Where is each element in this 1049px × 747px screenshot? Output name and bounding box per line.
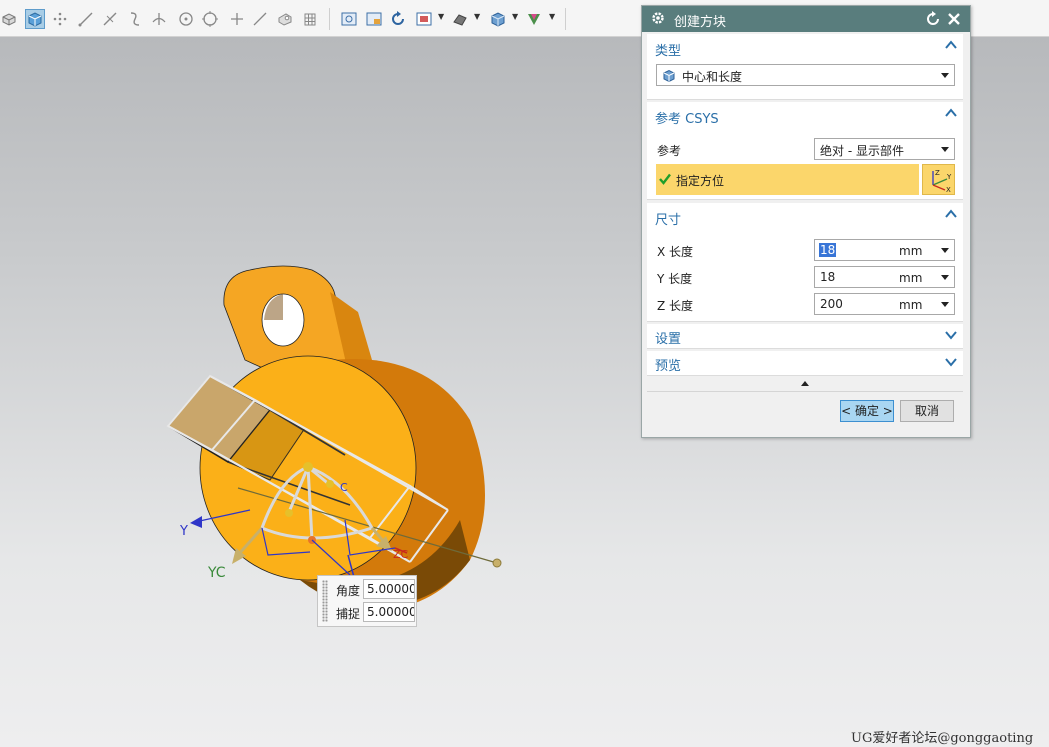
- view-image-icon[interactable]: [365, 10, 383, 28]
- watermark: UG爱好者论坛@gonggaoting: [851, 731, 1034, 746]
- y-length-unit: mm: [899, 271, 923, 285]
- circle-icon[interactable]: [201, 10, 219, 28]
- chevron-down-icon[interactable]: ▼: [549, 12, 555, 21]
- y-length-input[interactable]: 18 mm: [814, 266, 955, 288]
- angle-snap-popup: 角度 5.00000 捕捉 5.00000: [317, 575, 417, 627]
- close-icon[interactable]: [946, 11, 962, 30]
- type-select[interactable]: 中心和长度: [656, 64, 955, 86]
- type-select-value: 中心和长度: [682, 70, 743, 84]
- chevron-down-icon[interactable]: ▼: [438, 12, 444, 21]
- section-ref-csys: 参考 CSYS 参考 绝对 - 显示部件 指定方位 Z Y X: [647, 102, 963, 200]
- svg-text:Z: Z: [935, 169, 940, 177]
- z-length-input[interactable]: 200 mm: [814, 293, 955, 315]
- z-length-unit: mm: [899, 298, 923, 312]
- create-block-dialog: 创建方块 类型 中心和长度 参考 CSYS 参考 绝对 - 显示部件 指定方位: [641, 5, 971, 438]
- ref-select[interactable]: 绝对 - 显示部件: [814, 138, 955, 160]
- rotate-icon[interactable]: [389, 10, 407, 28]
- dialog-title: 创建方块: [674, 15, 727, 30]
- dropdown-arrow-icon: [941, 73, 949, 78]
- specify-orientation-label: 指定方位: [676, 174, 725, 188]
- point-cloud-icon[interactable]: [51, 10, 69, 28]
- axis-label-zc: ZC: [393, 548, 409, 561]
- x-length-input[interactable]: 18 mm: [814, 239, 955, 261]
- chevron-down-icon[interactable]: ▼: [474, 12, 480, 21]
- diagonal-line-icon[interactable]: [101, 10, 119, 28]
- dropdown-arrow-icon: [941, 147, 949, 152]
- section-settings[interactable]: 设置: [647, 324, 963, 349]
- chevron-up-icon[interactable]: [945, 108, 957, 118]
- ref-label: 参考: [657, 144, 682, 158]
- section-title-type[interactable]: 类型: [655, 40, 681, 59]
- section-title-preview[interactable]: 预览: [655, 355, 681, 374]
- chevron-down-icon[interactable]: [945, 357, 957, 367]
- section-type: 类型 中心和长度: [647, 34, 963, 100]
- ok-button[interactable]: < 确定 >: [840, 400, 894, 422]
- dropdown-arrow-icon: [941, 302, 949, 307]
- toolbar-separator: [565, 8, 566, 30]
- z-length-value: 200: [820, 297, 843, 311]
- grid-icon[interactable]: [301, 10, 319, 28]
- perpendicular-icon[interactable]: [150, 10, 168, 28]
- dropdown-arrow-icon: [941, 248, 949, 253]
- y-length-value: 18: [820, 270, 836, 284]
- chevron-down-icon[interactable]: [945, 330, 957, 340]
- specify-orientation-row[interactable]: 指定方位: [656, 164, 919, 195]
- x-length-unit: mm: [899, 244, 923, 258]
- part-icon[interactable]: [276, 10, 294, 28]
- section-title-settings[interactable]: 设置: [655, 328, 681, 347]
- reset-icon[interactable]: [925, 11, 941, 30]
- x-length-value: 18: [819, 243, 837, 257]
- ref-select-value: 绝对 - 显示部件: [820, 144, 904, 158]
- x-length-label: X 长度: [657, 245, 694, 259]
- spline-icon[interactable]: [126, 10, 144, 28]
- shade-icon[interactable]: [451, 10, 469, 28]
- svg-text:Y: Y: [946, 173, 952, 181]
- axis-label-yc: YC: [207, 565, 226, 581]
- color-icon[interactable]: [525, 10, 543, 28]
- circle-point-icon[interactable]: [177, 10, 195, 28]
- divider: [647, 391, 963, 392]
- collapse-up-icon[interactable]: [800, 380, 810, 387]
- toolbar-separator: [329, 8, 330, 30]
- snap-input[interactable]: 5.00000: [363, 602, 415, 622]
- y-length-label: Y 长度: [657, 272, 693, 286]
- csys-icon: Z Y X: [932, 169, 952, 194]
- view-fit-icon[interactable]: [340, 10, 358, 28]
- chevron-up-icon[interactable]: [945, 40, 957, 50]
- plus-point-icon[interactable]: [228, 10, 246, 28]
- section-preview[interactable]: 预览: [647, 351, 963, 376]
- solid-cube-icon[interactable]: [25, 9, 45, 29]
- dropdown-arrow-icon: [941, 275, 949, 280]
- line-icon[interactable]: [77, 10, 95, 28]
- check-icon: [659, 173, 671, 185]
- chevron-down-icon[interactable]: ▼: [512, 12, 518, 21]
- drag-grip[interactable]: [322, 580, 328, 622]
- svg-text:X: X: [946, 186, 951, 194]
- 3d-box-select-icon[interactable]: [0, 10, 18, 28]
- dialog-titlebar[interactable]: 创建方块: [642, 6, 970, 32]
- axis-label-c: C: [340, 481, 348, 494]
- section-dimensions: 尺寸 X 长度 18 mm Y 长度 18 mm Z 长度 200 mm: [647, 203, 963, 322]
- cancel-button[interactable]: 取消: [900, 400, 954, 422]
- layer-icon[interactable]: [415, 10, 433, 28]
- z-length-label: Z 长度: [657, 299, 694, 313]
- csys-dialog-button[interactable]: Z Y X: [922, 164, 955, 195]
- cube-view-icon[interactable]: [489, 10, 507, 28]
- angle-input[interactable]: 5.00000: [363, 579, 415, 599]
- chevron-up-icon[interactable]: [945, 209, 957, 219]
- angle-label: 角度: [336, 584, 361, 598]
- section-title-ref-csys[interactable]: 参考 CSYS: [655, 108, 719, 127]
- section-title-dimensions[interactable]: 尺寸: [655, 209, 681, 228]
- gear-icon[interactable]: [650, 10, 666, 29]
- slash-icon[interactable]: [251, 10, 269, 28]
- cube-icon: [663, 69, 675, 83]
- axis-label-y: Y: [179, 524, 188, 539]
- snap-label: 捕捉: [336, 607, 361, 621]
